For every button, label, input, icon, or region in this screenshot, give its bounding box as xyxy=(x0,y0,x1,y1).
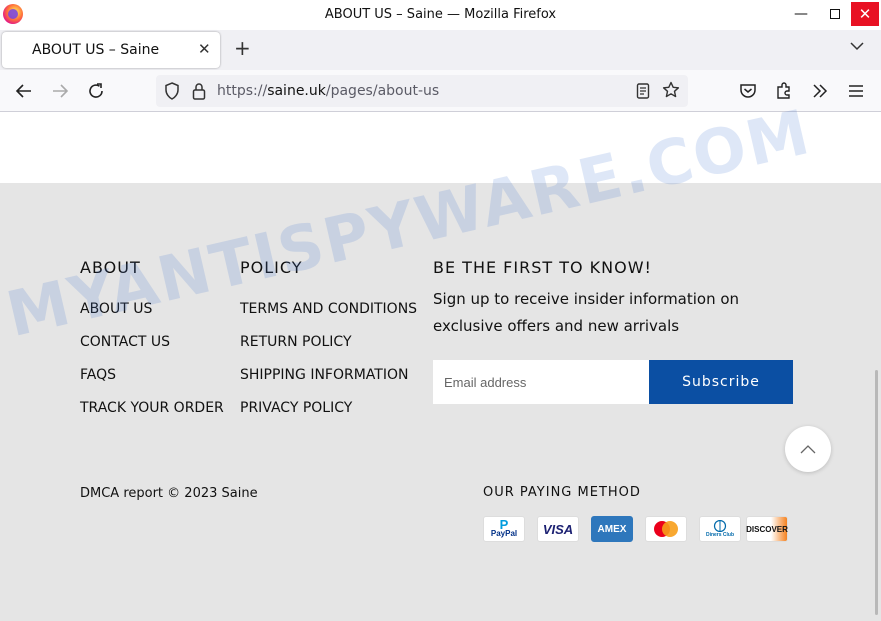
newsletter-description: Sign up to receive insider information o… xyxy=(433,290,740,335)
footer-link-privacy[interactable]: PRIVACY POLICY xyxy=(240,400,352,416)
minimize-button[interactable]: — xyxy=(786,0,816,28)
url-text: https://saine.uk/pages/about-us xyxy=(217,83,439,99)
new-tab-button[interactable]: + xyxy=(234,38,251,58)
chevron-down-icon xyxy=(850,42,864,51)
footer-link-terms[interactable]: TERMS AND CONDITIONS xyxy=(240,301,417,317)
tab-title: ABOUT US – Saine xyxy=(32,42,160,58)
copyright-text: DMCA report © 2023 Saine xyxy=(80,486,258,501)
pocket-button[interactable] xyxy=(736,79,760,103)
window-title: ABOUT US – Saine — Mozilla Firefox xyxy=(324,7,557,22)
pocket-icon xyxy=(740,84,756,98)
hamburger-menu-icon xyxy=(849,85,863,97)
bookmark-star-icon[interactable] xyxy=(662,81,680,99)
back-button[interactable] xyxy=(12,79,36,103)
tab-close-icon[interactable]: ✕ xyxy=(198,40,211,58)
more-tools-button[interactable] xyxy=(808,79,832,103)
payment-methods-heading: OUR PAYING METHOD xyxy=(483,485,641,500)
app-menu-button[interactable] xyxy=(844,79,868,103)
close-window-button[interactable]: ✕ xyxy=(851,2,879,26)
lock-icon[interactable] xyxy=(192,82,206,100)
forward-button[interactable] xyxy=(48,79,72,103)
footer-link-contact-us[interactable]: CONTACT US xyxy=(80,334,170,350)
footer-about-heading: ABOUT xyxy=(80,258,141,277)
diners-club-label: Diners Club xyxy=(705,532,735,538)
tab-strip: ABOUT US – Saine ✕ xyxy=(0,30,881,70)
footer-link-track-order[interactable]: TRACK YOUR ORDER xyxy=(80,400,224,416)
amex-icon: AMEX xyxy=(591,516,633,542)
discover-icon: DISCOVER xyxy=(746,516,788,542)
diners-club-icon: Diners Club xyxy=(699,516,741,542)
page-scrollbar[interactable] xyxy=(875,370,878,615)
footer-link-return-policy[interactable]: RETURN POLICY xyxy=(240,334,352,350)
footer-link-shipping[interactable]: SHIPPING INFORMATION xyxy=(240,367,408,383)
newsletter-heading: BE THE FIRST TO KNOW! xyxy=(433,258,652,277)
window-titlebar: ABOUT US – Saine — Mozilla Firefox — ✕ xyxy=(0,0,881,30)
paypal-icon: P PayPal xyxy=(483,516,525,542)
back-arrow-icon xyxy=(15,84,31,98)
footer-link-about-us[interactable]: ABOUT US xyxy=(80,301,152,317)
subscribe-button[interactable]: Subscribe xyxy=(649,360,793,404)
chevron-up-icon xyxy=(800,445,816,454)
page-content-top xyxy=(0,112,881,183)
navigation-toolbar: https://saine.uk/pages/about-us xyxy=(0,70,881,112)
paypal-label: PayPal xyxy=(490,529,518,538)
visa-icon: VISA xyxy=(537,516,579,542)
footer-link-faqs[interactable]: FAQS xyxy=(80,367,116,383)
scroll-to-top-button[interactable] xyxy=(785,426,831,472)
forward-arrow-icon xyxy=(53,84,69,98)
puzzle-icon xyxy=(777,82,790,99)
list-all-tabs-button[interactable] xyxy=(850,39,864,55)
mastercard-circles-icon xyxy=(654,521,678,537)
reload-icon xyxy=(89,83,103,98)
footer-policy-heading: POLICY xyxy=(240,258,303,277)
extensions-button[interactable] xyxy=(772,79,796,103)
diners-club-logo-icon xyxy=(713,520,727,532)
reload-button[interactable] xyxy=(84,79,108,103)
reader-view-icon[interactable] xyxy=(636,83,650,99)
shield-icon[interactable] xyxy=(164,82,180,100)
url-bar[interactable]: https://saine.uk/pages/about-us xyxy=(156,75,688,107)
mastercard-icon xyxy=(645,516,687,542)
maximize-button[interactable] xyxy=(820,0,850,28)
url-host: saine.uk xyxy=(267,83,326,99)
double-chevron-right-icon xyxy=(813,84,828,98)
url-scheme: https:// xyxy=(217,83,268,99)
site-footer: ABOUT ABOUT US CONTACT US FAQS TRACK YOU… xyxy=(0,183,881,621)
maximize-icon xyxy=(830,9,840,19)
url-path: /pages/about-us xyxy=(325,83,440,99)
tab-about-us[interactable]: ABOUT US – Saine ✕ xyxy=(2,32,220,68)
email-input[interactable] xyxy=(433,360,649,404)
